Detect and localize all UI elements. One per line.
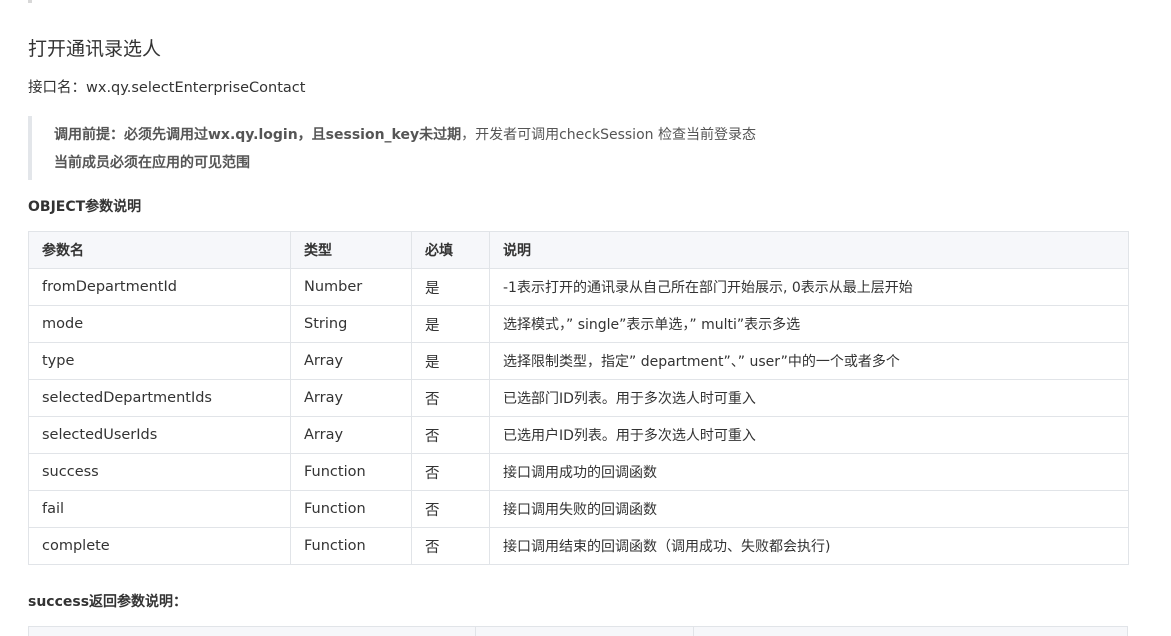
cell-type: String	[290, 305, 412, 343]
page-title: 打开通讯录选人	[28, 38, 162, 60]
object-params-heading: OBJECT参数说明	[28, 199, 142, 215]
cell-description: 接口调用成功的回调函数	[489, 453, 1129, 491]
table-row: mode String 是 选择模式，” single”表示单选，” multi…	[28, 305, 1129, 343]
cell-required: 是	[411, 305, 490, 343]
object-params-table: 参数名 类型 必填 说明 fromDepartmentId Number 是 -…	[28, 231, 1129, 565]
table-row: fromDepartmentId Number 是 -1表示打开的通讯录从自己所…	[28, 268, 1129, 306]
api-name-line: 接口名：wx.qy.selectEnterpriseContact	[28, 78, 305, 98]
table-row: type Array 是 选择限制类型，指定” department”、” us…	[28, 342, 1129, 380]
doc-page: 打开通讯录选人 接口名：wx.qy.selectEnterpriseContac…	[0, 0, 1171, 636]
cell-description: 选择限制类型，指定” department”、” user”中的一个或者多个	[489, 342, 1129, 380]
cell-param-name: selectedUserIds	[28, 416, 291, 454]
cell-param-name: selectedDepartmentIds	[28, 379, 291, 417]
api-name-label: 接口名：	[28, 80, 86, 96]
cell-type: Number	[290, 268, 412, 306]
cell-type: Function	[290, 490, 412, 528]
table-row: selectedDepartmentIds Array 否 已选部门ID列表。用…	[28, 379, 1129, 417]
table-row: selectedUserIds Array 否 已选用户ID列表。用于多次选人时…	[28, 416, 1129, 454]
column-divider	[475, 627, 476, 636]
cell-description: 已选用户ID列表。用于多次选人时可重入	[489, 416, 1129, 454]
header-type: 类型	[290, 231, 412, 269]
table-row: complete Function 否 接口调用结束的回调函数（调用成功、失败都…	[28, 527, 1129, 565]
note-line-2: 当前成员必须在应用的可见范围	[54, 149, 1128, 177]
cell-description: 接口调用失败的回调函数	[489, 490, 1129, 528]
success-params-heading: success返回参数说明：	[28, 594, 188, 610]
cell-description: 接口调用结束的回调函数（调用成功、失败都会执行)	[489, 527, 1129, 565]
success-params-table-header	[28, 626, 1128, 636]
cell-required: 否	[411, 453, 490, 491]
cell-required: 否	[411, 416, 490, 454]
cell-description: 已选部门ID列表。用于多次选人时可重入	[489, 379, 1129, 417]
cell-param-name: success	[28, 453, 291, 491]
cell-description: -1表示打开的通讯录从自己所在部门开始展示, 0表示从最上层开始	[489, 268, 1129, 306]
note-line-1: 调用前提：必须先调用过wx.qy.login，且session_key未过期，开…	[54, 121, 1128, 149]
cell-type: Function	[290, 527, 412, 565]
note-line-2-bold: 当前成员必须在应用的可见范围	[54, 155, 250, 171]
cell-param-name: complete	[28, 527, 291, 565]
top-divider-mark	[28, 0, 32, 3]
cell-description: 选择模式，” single”表示单选，” multi”表示多选	[489, 305, 1129, 343]
table-row: fail Function 否 接口调用失败的回调函数	[28, 490, 1129, 528]
cell-type: Array	[290, 379, 412, 417]
cell-required: 是	[411, 342, 490, 380]
cell-required: 是	[411, 268, 490, 306]
note-line-1-rest: ，开发者可调用checkSession 检查当前登录态	[461, 127, 756, 143]
table-header-row: 参数名 类型 必填 说明	[28, 231, 1129, 269]
table-row: success Function 否 接口调用成功的回调函数	[28, 453, 1129, 491]
cell-param-name: type	[28, 342, 291, 380]
cell-param-name: mode	[28, 305, 291, 343]
note-line-1-bold: 调用前提：必须先调用过wx.qy.login，且session_key未过期	[54, 127, 462, 143]
cell-type: Array	[290, 342, 412, 380]
header-required: 必填	[411, 231, 490, 269]
cell-required: 否	[411, 490, 490, 528]
cell-required: 否	[411, 527, 490, 565]
cell-required: 否	[411, 379, 490, 417]
cell-type: Function	[290, 453, 412, 491]
cell-param-name: fail	[28, 490, 291, 528]
prerequisite-note: 调用前提：必须先调用过wx.qy.login，且session_key未过期，开…	[28, 116, 1128, 180]
api-name-value: wx.qy.selectEnterpriseContact	[86, 80, 306, 96]
column-divider	[693, 627, 694, 636]
header-param-name: 参数名	[28, 231, 291, 269]
header-description: 说明	[489, 231, 1129, 269]
cell-param-name: fromDepartmentId	[28, 268, 291, 306]
cell-type: Array	[290, 416, 412, 454]
